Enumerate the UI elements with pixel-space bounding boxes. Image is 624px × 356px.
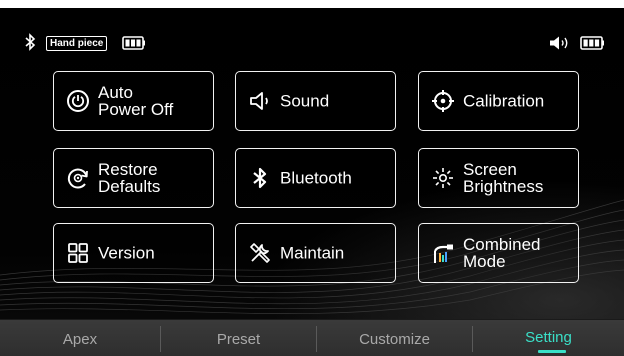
version-button[interactable]: Version [53, 223, 214, 283]
bottom-tab-bar: Apex Preset Customize Setting [0, 319, 624, 356]
calibration-button[interactable]: Calibration [418, 71, 579, 131]
handpiece-battery-icon [122, 36, 145, 50]
combined-mode-button[interactable]: Combined Mode [418, 223, 579, 283]
screen-brightness-button[interactable]: Screen Brightness [418, 148, 579, 208]
sound-button[interactable]: Sound [235, 71, 396, 131]
combined-mode-icon [434, 244, 453, 263]
tab-preset[interactable]: Preset [161, 320, 316, 356]
combined-mode-label: Combined Mode [463, 235, 541, 271]
bluetooth-status-icon [25, 33, 36, 51]
status-bar: Hand piece [0, 33, 624, 53]
bluetooth-icon [253, 167, 267, 189]
handpiece-badge: Hand piece [46, 36, 108, 51]
tab-apex[interactable]: Apex [0, 320, 160, 356]
speaker-volume-icon [550, 36, 568, 50]
sound-label: Sound [280, 91, 330, 111]
restore-defaults-label: Restore Defaults [98, 160, 161, 196]
maintain-button[interactable]: Maintain [235, 223, 396, 283]
bluetooth-label: Bluetooth [280, 168, 352, 188]
screen-brightness-label: Screen Brightness [463, 160, 544, 196]
crosshair-icon [432, 90, 454, 112]
power-icon [67, 90, 89, 112]
version-label: Version [98, 243, 155, 263]
grid-icon [68, 243, 88, 263]
active-tab-indicator [538, 350, 566, 353]
auto-power-off-label: Auto Power Off [98, 83, 174, 119]
restore-defaults-button[interactable]: Restore Defaults [53, 148, 214, 208]
tools-icon [250, 243, 270, 263]
device-screen: Hand piece Auto Power Off Sound Calibrat… [0, 0, 624, 356]
restore-icon [67, 168, 88, 189]
speaker-icon [250, 92, 268, 110]
calibration-label: Calibration [463, 91, 545, 111]
bluetooth-button[interactable]: Bluetooth [235, 148, 396, 208]
device-battery-icon [580, 36, 604, 50]
brightness-icon [433, 168, 453, 188]
auto-power-off-button[interactable]: Auto Power Off [53, 71, 214, 131]
maintain-label: Maintain [280, 243, 345, 263]
tab-customize[interactable]: Customize [317, 320, 472, 356]
